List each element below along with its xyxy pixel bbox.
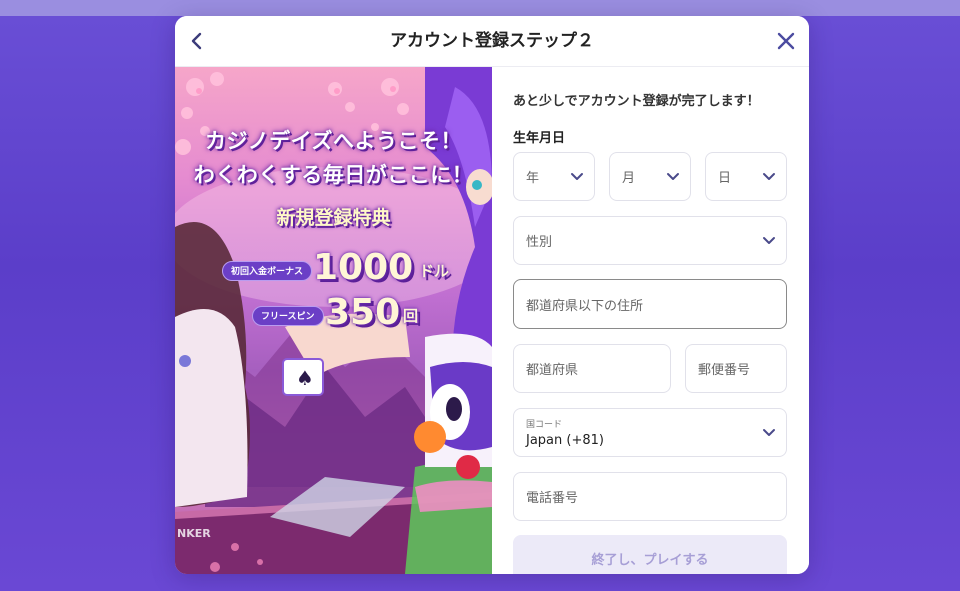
finish-and-play-button[interactable]: 終了し、プレイする: [513, 535, 787, 574]
first-deposit-badge: 初回入金ボーナス: [222, 261, 313, 281]
phone-input[interactable]: 電話番号: [513, 472, 787, 521]
first-deposit-unit: ドル: [419, 262, 450, 280]
close-icon: [777, 32, 795, 50]
registration-form: あと少しでアカウント登録が完了します！ 生年月日 年 月 日 性別 都道府県以下…: [492, 67, 809, 574]
month-select[interactable]: 月: [609, 152, 691, 201]
registration-modal: アカウント登録ステップ２ ♠ NKER カジノデイズへようこそ！ わくわくする毎…: [175, 16, 809, 574]
address-placeholder: 都道府県以下の住所: [526, 298, 644, 314]
dob-label: 生年月日: [513, 131, 566, 146]
top-strip: [0, 0, 960, 16]
chevron-down-icon: [570, 171, 584, 183]
chevron-down-icon: [762, 171, 776, 183]
day-select[interactable]: 日: [705, 152, 787, 201]
year-select[interactable]: 年: [513, 152, 595, 201]
address-input[interactable]: 都道府県以下の住所: [513, 279, 787, 329]
zip-placeholder: 郵便番号: [698, 363, 751, 378]
svg-text:NKER: NKER: [177, 527, 211, 540]
country-code-label: 国コード: [526, 420, 563, 430]
prefecture-input[interactable]: 都道府県: [513, 344, 671, 393]
free-spin-amount: 350: [325, 292, 401, 333]
promo-welcome-line1: カジノデイズへようこそ！: [205, 129, 462, 153]
svg-text:♠: ♠: [296, 366, 314, 390]
promo-welcome-line2: わくわくする毎日がここに！: [193, 163, 474, 187]
modal-title: アカウント登録ステップ２: [390, 31, 594, 51]
zip-code-input[interactable]: 郵便番号: [685, 344, 787, 393]
promo-banner: ♠ NKER カジノデイズへようこそ！ わくわくする毎日がここに！ 新規登録特典…: [175, 67, 492, 574]
month-placeholder: 月: [622, 171, 636, 186]
prefecture-placeholder: 都道府県: [526, 363, 579, 378]
phone-placeholder: 電話番号: [526, 491, 579, 506]
gender-placeholder: 性別: [526, 235, 553, 250]
modal-header: アカウント登録ステップ２: [175, 16, 809, 67]
close-button[interactable]: [773, 28, 799, 54]
free-spin-badge: フリースピン: [252, 306, 324, 326]
chevron-down-icon: [762, 427, 776, 439]
country-code-select[interactable]: 国コード Japan (+81): [513, 408, 787, 457]
country-code-value: Japan (+81): [526, 433, 604, 448]
day-placeholder: 日: [718, 171, 732, 186]
chevron-down-icon: [666, 171, 680, 183]
back-button[interactable]: [185, 29, 209, 53]
chevron-left-icon: [191, 32, 202, 50]
free-spin-unit: 回: [403, 307, 419, 325]
chevron-down-icon: [762, 235, 776, 247]
form-subtitle: あと少しでアカウント登録が完了します！: [513, 94, 760, 109]
year-placeholder: 年: [526, 171, 540, 186]
first-deposit-amount: 1000: [313, 247, 414, 288]
gender-select[interactable]: 性別: [513, 216, 787, 265]
promo-benefit-title: 新規登録特典: [276, 207, 391, 229]
